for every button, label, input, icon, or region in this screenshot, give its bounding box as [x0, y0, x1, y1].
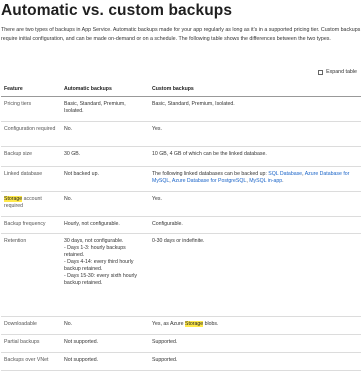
expand-table-button[interactable]: Expand table	[318, 69, 357, 75]
linked-db-text: The following linked databases can be ba…	[152, 171, 269, 177]
automatic-cell: Basic, Standard, Premium, Isolated.	[61, 96, 149, 122]
automatic-cell: 30 days, not configurable. - Days 1-3: h…	[61, 233, 149, 317]
list-item: 30 days, not configurable.	[64, 238, 124, 244]
search-highlight: Storage	[184, 321, 204, 327]
automatic-cell: Not supported.	[61, 352, 149, 371]
feature-cell: Linked database	[1, 166, 61, 192]
custom-cell: Yes.	[149, 121, 361, 147]
automatic-cell: Not backed up.	[61, 166, 149, 192]
table-header-row: Feature Automatic backups Custom backups	[1, 83, 361, 97]
intro-paragraph: There are two types of backups in App Se…	[1, 27, 361, 42]
page-title: Automatic vs. custom backups	[1, 2, 233, 19]
comparison-table: Feature Automatic backups Custom backups…	[1, 83, 361, 371]
automatic-cell: No.	[61, 121, 149, 147]
list-item: - Days 15-30: every sixth hourly backup …	[64, 273, 137, 286]
table-row: Linked database Not backed up. The follo…	[1, 166, 361, 192]
feature-cell: Partial backups	[1, 334, 61, 353]
list-item: - Days 1-3: hourly backups retained.	[64, 245, 126, 258]
automatic-cell: No.	[61, 191, 149, 217]
feature-cell: Backups over VNet	[1, 352, 61, 371]
download-suffix: blobs.	[203, 321, 219, 327]
custom-cell: Yes.	[149, 191, 361, 217]
table-row: Configuration required No. Yes.	[1, 121, 361, 147]
custom-cell: Supported.	[149, 334, 361, 353]
feature-cell: Retention	[1, 233, 61, 317]
download-prefix: Yes, as Azure	[152, 321, 185, 327]
feature-cell: Downloadable	[1, 316, 61, 335]
postgresql-link[interactable]: Azure Database for PostgreSQL	[172, 178, 246, 184]
table-row: Pricing tiers Basic, Standard, Premium, …	[1, 96, 361, 122]
search-highlight: Storage	[4, 196, 23, 202]
custom-cell: Supported.	[149, 352, 361, 371]
header-feature: Feature	[1, 83, 61, 97]
automatic-cell: Hourly, not configurable.	[61, 216, 149, 234]
custom-cell: 10 GB, 4 GB of which can be the linked d…	[149, 146, 361, 167]
feature-cell: Pricing tiers	[1, 96, 61, 122]
feature-cell: Storage account required	[1, 191, 61, 217]
sql-database-link[interactable]: SQL Database	[268, 171, 302, 177]
automatic-cell: Not supported.	[61, 334, 149, 353]
retention-list: 30 days, not configurable. - Days 1-3: h…	[64, 238, 146, 287]
list-item: - Days 4-14: every third hourly backup r…	[64, 259, 134, 272]
table-row: Downloadable No. Yes, as Azure Storage b…	[1, 316, 361, 335]
header-automatic: Automatic backups	[61, 83, 149, 97]
table-row: Retention 30 days, not configurable. - D…	[1, 233, 361, 317]
feature-cell: Backup frequency	[1, 216, 61, 234]
custom-cell: The following linked databases can be ba…	[149, 166, 361, 192]
linked-db-suffix: .	[282, 178, 284, 184]
automatic-cell: No.	[61, 316, 149, 335]
table-row: Backup frequency Hourly, not configurabl…	[1, 216, 361, 234]
table-row: Backups over VNet Not supported. Support…	[1, 352, 361, 371]
expand-icon	[318, 69, 324, 75]
automatic-cell: 30 GB.	[61, 146, 149, 167]
table-row: Backup size 30 GB. 10 GB, 4 GB of which …	[1, 146, 361, 167]
custom-cell: Basic, Standard, Premium, Isolated.	[149, 96, 361, 122]
expand-table-label: Expand table	[326, 69, 357, 75]
table-row: Partial backups Not supported. Supported…	[1, 334, 361, 353]
custom-cell: Yes, as Azure Storage blobs.	[149, 316, 361, 335]
table-row: Storage account required No. Yes.	[1, 191, 361, 217]
feature-cell: Configuration required	[1, 121, 61, 147]
feature-cell: Backup size	[1, 146, 61, 167]
custom-cell: Configurable.	[149, 216, 361, 234]
header-custom: Custom backups	[149, 83, 361, 97]
custom-cell: 0-30 days or indefinite.	[149, 233, 361, 317]
mysql-in-app-link[interactable]: MySQL in-app	[249, 178, 282, 184]
